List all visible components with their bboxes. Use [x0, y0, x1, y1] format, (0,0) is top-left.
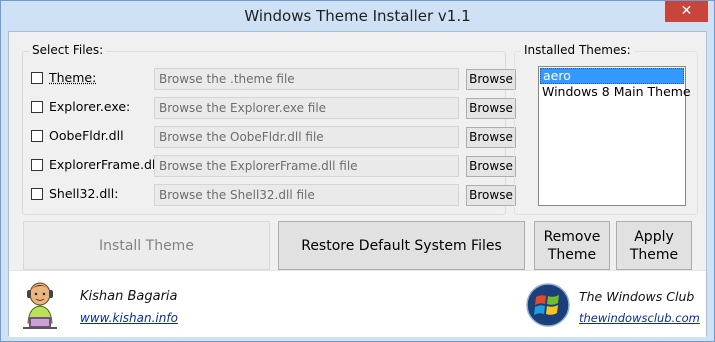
file-row-label: Explorer.exe: [49, 99, 131, 114]
theme-browse-button[interactable]: Browse [466, 69, 516, 90]
file-row-explorer: Explorer.exe: Browse the Explorer.exe fi… [31, 97, 521, 119]
select-files-group: Select Files: Theme: Browse the .theme f… [22, 43, 516, 215]
restore-defaults-button[interactable]: Restore Default System Files [278, 221, 525, 270]
explorer-browse-button[interactable]: Browse [466, 98, 516, 119]
apply-theme-button[interactable]: Apply Theme [616, 221, 692, 270]
explorerframe-path-field[interactable]: Browse the ExplorerFrame.dll file [154, 155, 459, 177]
author-name: Kishan Bagaria [80, 289, 178, 304]
close-icon: ✕ [680, 3, 693, 19]
author-link[interactable]: www.kishan.info [80, 311, 178, 325]
theme-list-item-aero[interactable]: aero [540, 68, 684, 84]
explorer-checkbox[interactable] [31, 101, 43, 113]
installed-themes-list[interactable]: aero Windows 8 Main Theme [538, 66, 691, 206]
remove-theme-label-1: Remove [543, 228, 601, 245]
file-row-oobefldr: OobeFldr.dll Browse the OobeFldr.dll fil… [31, 126, 521, 148]
club-name: The Windows Club [579, 289, 695, 304]
windows-logo-icon [526, 283, 570, 327]
file-row-explorerframe: ExplorerFrame.dll: Browse the ExplorerFr… [31, 155, 521, 177]
club-link[interactable]: thewindowsclub.com [579, 311, 700, 325]
oobefldr-path-field[interactable]: Browse the OobeFldr.dll file [154, 126, 459, 148]
oobefldr-checkbox[interactable] [31, 130, 43, 142]
author-avatar-icon [23, 282, 57, 329]
window-title: Windows Theme Installer v1.1 [244, 7, 471, 25]
file-row-label: OobeFldr.dll [49, 128, 124, 143]
explorer-path-field[interactable]: Browse the Explorer.exe file [154, 97, 459, 119]
file-row-label: Shell32.dll: [49, 186, 119, 201]
theme-list-item-windows8[interactable]: Windows 8 Main Theme [539, 84, 691, 100]
file-row-label: ExplorerFrame.dll: [49, 157, 164, 172]
restore-defaults-label: Restore Default System Files [301, 237, 502, 254]
client-area: Select Files: Theme: Browse the .theme f… [8, 31, 707, 337]
app-window: Windows Theme Installer v1.1 ✕ Select Fi… [0, 0, 715, 342]
installed-themes-label: Installed Themes: [521, 43, 634, 57]
close-button[interactable]: ✕ [665, 1, 708, 22]
theme-path-field[interactable]: Browse the .theme file [154, 68, 459, 90]
footer: Kishan Bagaria www.kishan.info The Windo… [9, 270, 706, 337]
theme-checkbox[interactable] [31, 72, 43, 84]
explorerframe-browse-button[interactable]: Browse [466, 156, 516, 177]
file-row-shell32: Shell32.dll: Browse the Shell32.dll file… [31, 184, 521, 206]
file-row-label: Theme: [49, 70, 97, 85]
shell32-checkbox[interactable] [31, 188, 43, 200]
select-files-label: Select Files: [29, 43, 107, 57]
title-bar[interactable]: Windows Theme Installer v1.1 ✕ [1, 1, 714, 31]
file-row-theme: Theme: Browse the .theme file Browse [31, 68, 521, 90]
apply-theme-label-2: Theme [629, 246, 679, 263]
apply-theme-label-1: Apply [634, 228, 674, 245]
install-theme-button[interactable]: Install Theme [23, 221, 270, 270]
shell32-browse-button[interactable]: Browse [466, 185, 516, 206]
remove-theme-button[interactable]: Remove Theme [534, 221, 610, 270]
oobefldr-browse-button[interactable]: Browse [466, 127, 516, 148]
explorerframe-checkbox[interactable] [31, 159, 43, 171]
shell32-path-field[interactable]: Browse the Shell32.dll file [154, 184, 459, 206]
remove-theme-label-2: Theme [547, 246, 597, 263]
install-theme-label: Install Theme [99, 237, 194, 254]
